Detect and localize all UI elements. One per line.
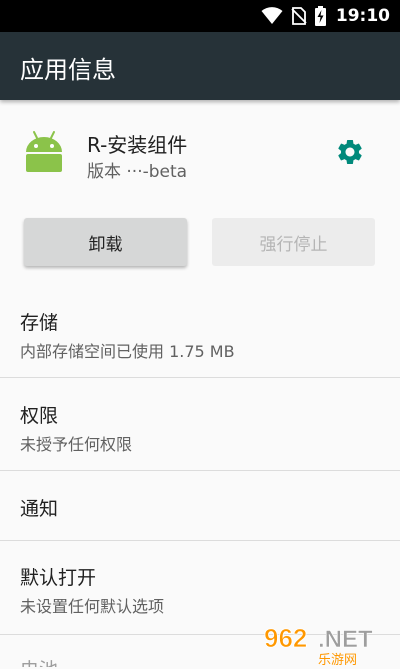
battery-charging-icon	[314, 6, 326, 26]
storage-title: 存储	[20, 312, 59, 334]
default-open-title: 默认打开	[20, 567, 97, 589]
page-title: 应用信息	[20, 56, 116, 84]
svg-text:乐游网: 乐游网	[318, 653, 357, 665]
android-icon	[26, 131, 62, 172]
storage-subtitle: 内部存储空间已使用 1.75 MB	[20, 342, 235, 361]
force-stop-button: 强行停止	[212, 218, 375, 266]
action-buttons: 卸载 强行停止	[0, 218, 400, 268]
permissions-section[interactable]: 权限 未授予任何权限	[0, 378, 400, 470]
status-icons: 19:10	[261, 0, 390, 32]
default-open-subtitle: 未设置任何默认选项	[20, 597, 165, 616]
status-time: 19:10	[335, 6, 390, 26]
wifi-icon	[261, 7, 283, 24]
permissions-title: 权限	[20, 405, 59, 427]
battery-title: 电池	[20, 655, 58, 667]
watermark-logo: 962 .NET 乐游网	[262, 620, 396, 668]
svg-text:.NET: .NET	[318, 626, 373, 653]
permissions-subtitle: 未授予任何权限	[20, 435, 133, 454]
svg-text:962: 962	[264, 623, 307, 653]
app-name: R-安装组件	[87, 133, 188, 157]
no-sim-icon	[291, 7, 307, 25]
notifications-title: 通知	[20, 498, 59, 520]
app-header: R-安装组件 版本 ···-beta	[0, 100, 400, 210]
gear-icon[interactable]	[335, 137, 365, 167]
notifications-section[interactable]: 通知	[0, 471, 400, 540]
app-version: 版本 ···-beta	[87, 162, 188, 182]
app-bar: 应用信息	[0, 32, 400, 100]
status-bar: 19:10	[0, 0, 400, 32]
storage-section[interactable]: 存储 内部存储空间已使用 1.75 MB	[0, 288, 400, 376]
uninstall-button[interactable]: 卸载	[24, 218, 187, 266]
